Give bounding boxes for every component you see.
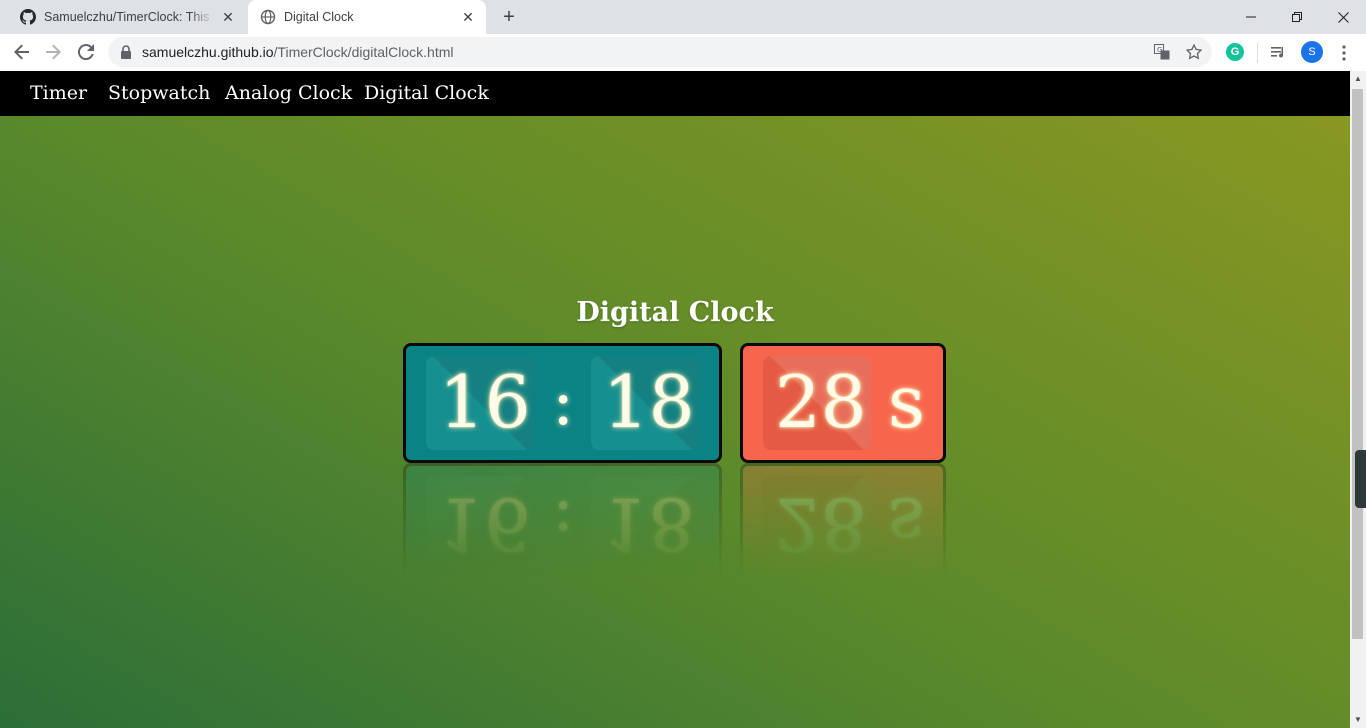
media-control-button[interactable] [1269, 43, 1289, 63]
address-bar[interactable]: samuelczhu.github.io/TimerClock/digitalC… [108, 37, 1212, 67]
side-panel-handle[interactable] [1355, 450, 1366, 508]
globe-icon [260, 9, 276, 25]
star-icon [1186, 44, 1202, 60]
playlist-icon [1271, 47, 1284, 58]
seconds-card-reflection [763, 476, 871, 570]
tab-github[interactable]: Samuelczhu/TimerClock: This w ✕ [8, 0, 246, 34]
seconds-unit: s [888, 360, 925, 444]
arrow-left-icon [14, 44, 29, 60]
minutes-card-reflection [591, 476, 699, 570]
close-icon [1337, 11, 1349, 23]
scrollbar-thumb[interactable] [1352, 89, 1363, 639]
minutes-display: 18 [603, 360, 695, 444]
browser-tab-bar: Samuelczhu/TimerClock: This w ✕ Digital … [0, 0, 1366, 34]
reload-icon [78, 44, 94, 60]
toolbar-divider [1257, 43, 1258, 63]
minutes-reflection: 18 [603, 482, 695, 566]
translate-icon: G [1154, 44, 1170, 60]
url-path: /TimerClock/digitalClock.html [273, 44, 454, 60]
hours-minutes-panel: 16 : 18 [403, 343, 722, 463]
minimize-icon [1246, 16, 1256, 18]
translate-button[interactable]: G [1153, 43, 1171, 61]
hours-card-reflection [426, 476, 534, 570]
scroll-down-arrow-icon[interactable]: ▼ [1350, 712, 1366, 728]
site-navbar: Timer Stopwatch Analog Clock Digital Clo… [0, 71, 1350, 116]
seconds-reflection-panel: 28 s [740, 463, 946, 583]
clock-reflection: 16 : 18 28 s [0, 463, 1350, 583]
hours-reflection: 16 [439, 482, 531, 566]
seconds-reflection: 28 [775, 482, 867, 566]
lock-icon [121, 45, 131, 59]
seconds-unit-reflection: s [888, 482, 925, 566]
github-icon [20, 9, 36, 25]
close-icon[interactable]: ✕ [460, 9, 476, 25]
nav-link-timer[interactable]: Timer [30, 82, 87, 104]
seconds-panel: 28 s [740, 343, 946, 463]
more-vertical-icon [1342, 45, 1346, 61]
clock-heading: Digital Clock [576, 297, 774, 328]
forward-button[interactable] [43, 42, 63, 62]
hours-minutes-reflection: 16 : 18 [403, 463, 722, 583]
url-host: samuelczhu.github.io [142, 44, 274, 60]
tab-digital-clock[interactable]: Digital Clock ✕ [248, 0, 486, 34]
restore-icon [1292, 12, 1302, 22]
browser-toolbar: samuelczhu.github.io/TimerClock/digitalC… [0, 34, 1366, 71]
nav-link-stopwatch[interactable]: Stopwatch [108, 82, 210, 104]
hours-display: 16 [439, 360, 531, 444]
nav-link-digital-clock[interactable]: Digital Clock [364, 82, 489, 104]
tab-title: Samuelczhu/TimerClock: This w [44, 10, 214, 24]
close-window-button[interactable] [1320, 0, 1366, 34]
profile-avatar[interactable]: S [1301, 41, 1323, 63]
reload-button[interactable] [76, 42, 96, 62]
restore-button[interactable] [1274, 0, 1320, 34]
time-separator: : [552, 363, 575, 440]
bookmark-button[interactable] [1185, 43, 1203, 61]
scroll-up-arrow-icon[interactable]: ▲ [1350, 71, 1366, 87]
nav-link-analog-clock[interactable]: Analog Clock [225, 82, 352, 104]
page-content: Timer Stopwatch Analog Clock Digital Clo… [0, 71, 1350, 728]
seconds-display: 28 [775, 360, 867, 444]
page-scrollbar[interactable]: ▲ ▼ [1350, 71, 1366, 728]
url-text: samuelczhu.github.io/TimerClock/digitalC… [142, 44, 454, 60]
minimize-button[interactable] [1228, 0, 1274, 34]
svg-text:G: G [1157, 46, 1162, 54]
arrow-right-icon [46, 44, 61, 60]
separator-reflection: : [552, 486, 575, 563]
back-button[interactable] [12, 42, 32, 62]
close-icon[interactable]: ✕ [220, 9, 236, 25]
new-tab-button[interactable]: + [498, 6, 520, 28]
menu-button[interactable] [1334, 43, 1354, 63]
grammarly-extension-icon[interactable]: G [1226, 43, 1244, 61]
tab-title: Digital Clock [284, 10, 354, 24]
